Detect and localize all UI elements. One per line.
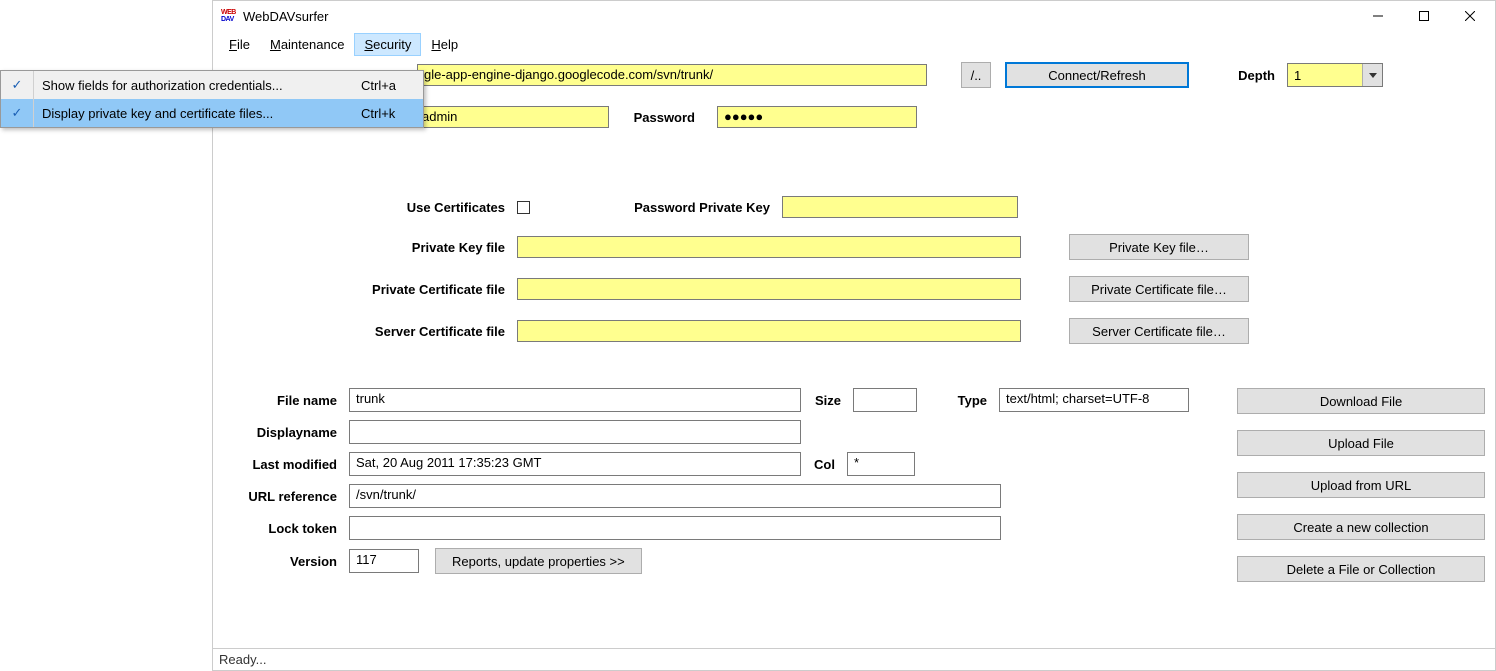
password-input[interactable]: ●●●●●	[717, 106, 917, 128]
depth-select[interactable]: 1	[1287, 63, 1383, 87]
reports-button[interactable]: Reports, update properties >>	[435, 548, 642, 574]
col-input[interactable]: *	[847, 452, 915, 476]
close-button[interactable]	[1447, 1, 1493, 31]
version-label: Version	[219, 554, 349, 569]
app-icon: WEB DAV	[221, 8, 237, 24]
download-file-button[interactable]: Download File	[1237, 388, 1485, 414]
menu-security[interactable]: Security	[354, 33, 421, 56]
depth-value: 1	[1288, 68, 1362, 83]
menu-item-label: Show fields for authorization credential…	[34, 78, 361, 93]
security-dropdown: ✓ Show fields for authorization credenti…	[0, 70, 424, 128]
col-label: Col	[811, 457, 847, 472]
check-icon: ✓	[1, 105, 33, 121]
menu-item-label: Display private key and certificate file…	[34, 106, 361, 121]
file-name-input[interactable]: trunk	[349, 388, 801, 412]
menu-item-show-auth-fields[interactable]: ✓ Show fields for authorization credenti…	[1, 71, 423, 99]
maximize-button[interactable]	[1401, 1, 1447, 31]
version-input[interactable]: 117	[349, 549, 419, 573]
file-name-label: File name	[219, 393, 349, 408]
server-certificate-file-input[interactable]	[517, 320, 1021, 342]
server-certificate-file-label: Server Certificate file	[219, 324, 517, 339]
use-certificates-label: Use Certificates	[219, 200, 517, 215]
private-certificate-file-input[interactable]	[517, 278, 1021, 300]
statusbar: Ready...	[213, 648, 1495, 670]
app-title: WebDAVsurfer	[243, 9, 1355, 24]
size-label: Size	[811, 393, 853, 408]
menu-item-shortcut: Ctrl+k	[361, 106, 423, 121]
lock-token-label: Lock token	[219, 521, 349, 536]
private-key-file-input[interactable]	[517, 236, 1021, 258]
server-certificate-file-button[interactable]: Server Certificate file…	[1069, 318, 1249, 344]
displayname-input[interactable]	[349, 420, 801, 444]
menu-item-display-key-cert-files[interactable]: ✓ Display private key and certificate fi…	[1, 99, 423, 127]
private-key-file-button[interactable]: Private Key file…	[1069, 234, 1249, 260]
status-text: Ready...	[219, 652, 266, 667]
url-input[interactable]: gle-app-engine-django.googlecode.com/svn…	[417, 64, 927, 86]
last-modified-label: Last modified	[219, 457, 349, 472]
upload-file-button[interactable]: Upload File	[1237, 430, 1485, 456]
size-input[interactable]	[853, 388, 917, 412]
chevron-down-icon	[1362, 64, 1382, 86]
menu-help[interactable]: Help	[421, 33, 468, 56]
create-collection-button[interactable]: Create a new collection	[1237, 514, 1485, 540]
minimize-button[interactable]	[1355, 1, 1401, 31]
password-label: Password	[623, 110, 707, 125]
displayname-label: Displayname	[219, 425, 349, 440]
type-input[interactable]: text/html; charset=UTF-8	[999, 388, 1189, 412]
menu-item-shortcut: Ctrl+a	[361, 78, 423, 93]
private-certificate-file-button[interactable]: Private Certificate file…	[1069, 276, 1249, 302]
upload-from-url-button[interactable]: Upload from URL	[1237, 472, 1485, 498]
password-private-key-input[interactable]	[782, 196, 1018, 218]
use-certificates-checkbox[interactable]	[517, 201, 530, 214]
url-reference-label: URL reference	[219, 489, 349, 504]
delete-file-button[interactable]: Delete a File or Collection	[1237, 556, 1485, 582]
private-certificate-file-label: Private Certificate file	[219, 282, 517, 297]
check-icon: ✓	[1, 77, 33, 93]
type-label: Type	[951, 393, 999, 408]
depth-label: Depth	[1225, 68, 1287, 83]
url-reference-input[interactable]: /svn/trunk/	[349, 484, 1001, 508]
private-key-file-label: Private Key file	[219, 240, 517, 255]
titlebar: WEB DAV WebDAVsurfer	[213, 1, 1495, 31]
password-private-key-label: Password Private Key	[584, 200, 782, 215]
menubar: File Maintenance Security Help	[213, 31, 1495, 58]
menu-file[interactable]: File	[219, 33, 260, 56]
menu-maintenance[interactable]: Maintenance	[260, 33, 354, 56]
userid-input[interactable]: admin	[415, 106, 609, 128]
connect-refresh-button[interactable]: Connect/Refresh	[1005, 62, 1189, 88]
lock-token-input[interactable]	[349, 516, 1001, 540]
up-button[interactable]: /..	[961, 62, 991, 88]
last-modified-input[interactable]: Sat, 20 Aug 2011 17:35:23 GMT	[349, 452, 801, 476]
